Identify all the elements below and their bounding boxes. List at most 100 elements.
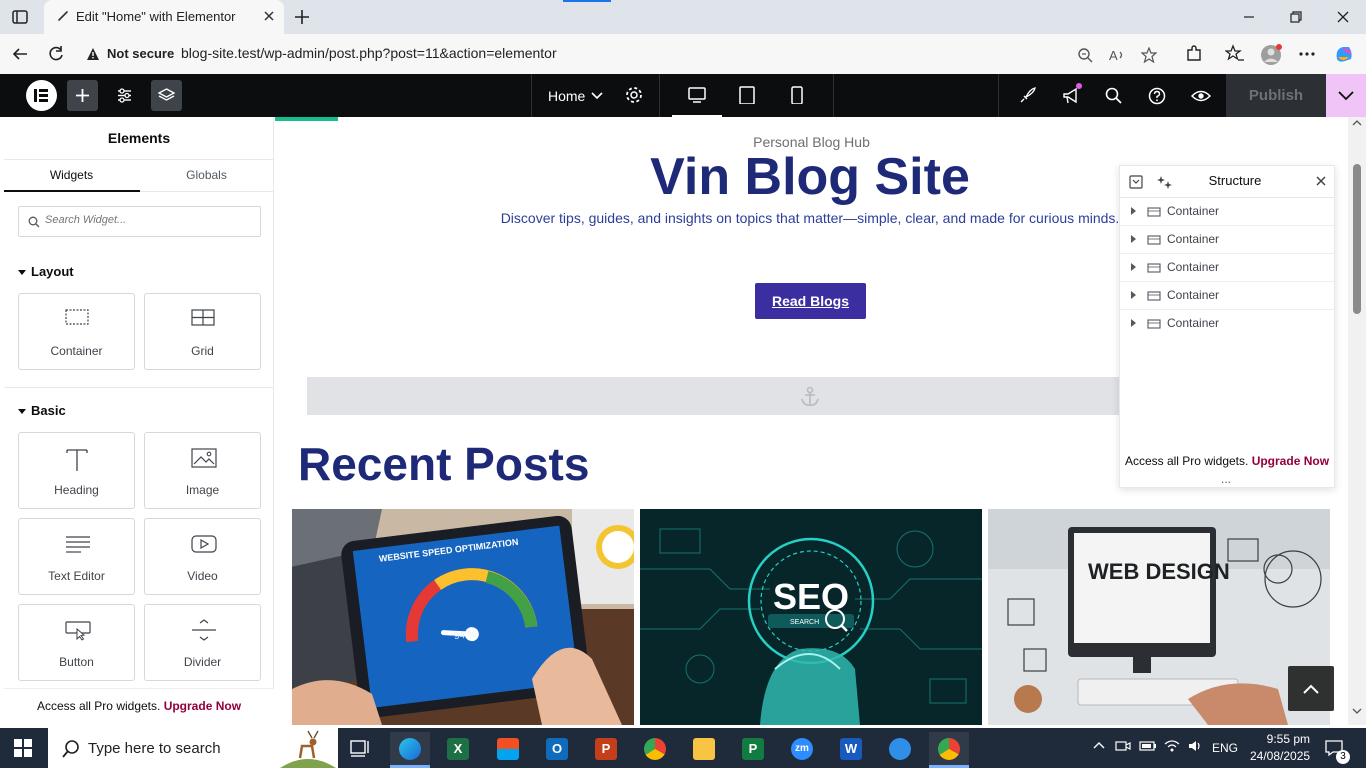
expand-arrow-icon[interactable] [1131,291,1136,299]
extensions-icon[interactable] [1184,44,1204,64]
widget-image[interactable]: Image [144,432,261,509]
post-image-website-speed[interactable]: WEBSITE SPEED OPTIMIZATION 94 % [292,509,634,725]
structure-item[interactable]: Container [1120,282,1334,310]
close-tab-icon[interactable] [262,9,276,23]
launch-rocket-icon[interactable] [1018,87,1036,105]
recent-posts-heading[interactable]: Recent Posts [298,437,589,491]
section-basic[interactable]: Basic [18,403,66,418]
elementor-logo[interactable] [26,80,57,111]
restore-icon[interactable] [1287,8,1305,26]
widget-search-field[interactable] [18,206,261,237]
expand-arrow-icon[interactable] [1131,263,1136,271]
resize-handle[interactable]: ... [1221,472,1231,486]
section-layout[interactable]: Layout [18,264,74,279]
expand-arrow-icon[interactable] [1131,319,1136,327]
structure-item[interactable]: Container [1120,310,1334,338]
page-name-dropdown[interactable]: Home [548,88,585,104]
task-view-icon[interactable] [340,732,380,768]
close-structure-icon[interactable] [1315,175,1327,187]
page-scrollbar[interactable] [1348,117,1366,725]
close-window-icon[interactable] [1334,8,1352,26]
volume-icon[interactable] [1187,738,1203,754]
back-icon[interactable] [10,44,30,64]
widget-text-editor[interactable]: Text Editor [18,518,135,595]
expand-arrow-icon[interactable] [1131,235,1136,243]
chevron-down-icon[interactable] [591,91,603,101]
address-bar[interactable]: Not secure blog-site.test/wp-admin/post.… [76,38,1170,70]
structure-item[interactable]: Container [1120,198,1334,226]
powerpoint-taskbar-icon[interactable]: P [586,732,626,768]
widget-container[interactable]: Container [18,293,135,370]
add-element-button[interactable] [67,80,98,111]
scroll-up-arrow-icon[interactable] [1348,117,1366,129]
zoom-taskbar-icon[interactable]: zm [782,732,822,768]
tablet-device-icon[interactable] [722,74,772,117]
project-taskbar-icon[interactable]: P [733,732,773,768]
preview-eye-icon[interactable] [1191,87,1211,105]
ai-sparkle-icon[interactable] [1157,174,1173,190]
url-text[interactable]: blog-site.test/wp-admin/post.php?post=11… [181,45,557,61]
favorites-icon[interactable] [1225,44,1245,64]
meet-now-icon[interactable] [1115,738,1131,754]
read-blogs-button[interactable]: Read Blogs [755,283,866,319]
mobile-device-icon[interactable] [772,74,822,117]
search-icon[interactable] [1105,87,1123,105]
new-tab-icon[interactable] [292,7,312,27]
outlook-taskbar-icon[interactable]: O [537,732,577,768]
page-settings-gear-icon[interactable] [625,86,643,104]
more-options-icon[interactable] [1297,44,1317,64]
store-taskbar-icon[interactable] [488,732,528,768]
publish-options-button[interactable] [1326,74,1366,117]
help-icon[interactable] [1148,87,1166,105]
chrome-profile-taskbar-icon[interactable] [929,732,969,768]
excel-taskbar-icon[interactable]: X [438,732,478,768]
zoom-icon[interactable] [1077,47,1093,63]
upgrade-now-link[interactable]: Upgrade Now [1252,454,1329,468]
word-taskbar-icon[interactable]: W [831,732,871,768]
taskbar-search[interactable]: Type here to search [48,728,338,768]
structure-item[interactable]: Container [1120,254,1334,282]
browser-tab-active[interactable]: Edit "Home" with Elementor [44,0,284,34]
widget-heading[interactable]: Heading [18,432,135,509]
minimize-icon[interactable] [1240,8,1258,26]
container-icon [1147,319,1161,329]
widget-video[interactable]: Video [144,518,261,595]
widget-search-input[interactable] [45,214,245,226]
structure-item[interactable]: Container [1120,226,1334,254]
upgrade-now-link[interactable]: Upgrade Now [164,699,241,713]
notifications-megaphone-icon[interactable] [1062,87,1080,105]
tab-actions-icon[interactable] [8,5,32,29]
clock[interactable]: 9:55 pm 24/08/2025 [1250,731,1310,765]
structure-layers-icon[interactable] [151,80,182,111]
widget-button[interactable]: Button [18,604,135,681]
refresh-icon[interactable] [46,44,66,64]
file-explorer-taskbar-icon[interactable] [684,732,724,768]
collapse-all-icon[interactable] [1129,175,1143,189]
language-indicator[interactable]: ENG [1212,741,1238,755]
post-image-seo[interactable]: SEO SEARCH [640,509,982,725]
desktop-device-icon[interactable] [672,74,722,117]
site-settings-icon[interactable] [109,80,140,111]
show-hidden-icons-icon[interactable] [1092,738,1106,752]
edge-taskbar-icon[interactable] [390,732,430,768]
wifi-icon[interactable] [1164,738,1180,754]
post-image-web-design[interactable]: WEB DESIGN [988,509,1330,725]
scroll-to-top-button[interactable] [1288,666,1334,711]
profile-avatar[interactable] [1260,44,1282,65]
tab-widgets[interactable]: Widgets [4,168,139,182]
expand-arrow-icon[interactable] [1131,207,1136,215]
scroll-thumb[interactable] [1353,164,1361,314]
not-secure-label[interactable]: Not secure [107,46,174,61]
favorite-star-icon[interactable] [1141,47,1157,63]
scroll-down-arrow-icon[interactable] [1348,705,1366,717]
tab-globals[interactable]: Globals [139,168,273,182]
windows-start-icon[interactable] [14,739,32,757]
publish-button[interactable]: Publish [1226,74,1326,117]
copilot-icon[interactable] [1333,43,1353,63]
chrome-taskbar-icon[interactable] [635,732,675,768]
read-aloud-icon[interactable]: A [1109,47,1125,63]
battery-icon[interactable] [1139,738,1157,754]
app-taskbar-icon[interactable] [880,732,920,768]
widget-grid[interactable]: Grid [144,293,261,370]
widget-divider[interactable]: Divider [144,604,261,681]
